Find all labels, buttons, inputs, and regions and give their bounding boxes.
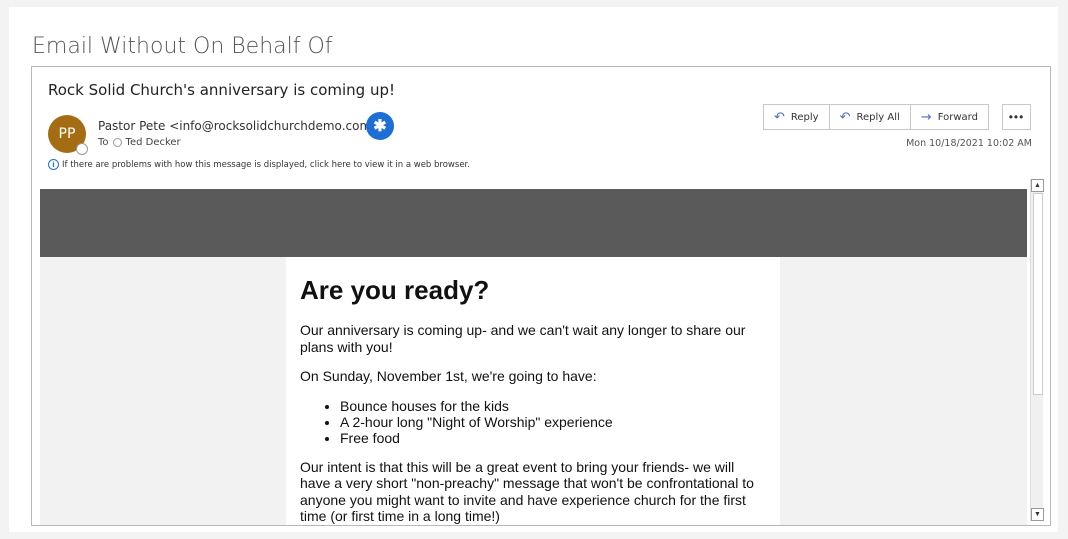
message-paragraph-1: Our anniversary is coming up- and we can… — [300, 322, 746, 355]
avatar-initials: PP — [58, 126, 76, 142]
info-bar[interactable]: i If there are problems with how this me… — [48, 159, 470, 170]
message-paragraph-3: Our intent is that this will be a great … — [300, 458, 754, 525]
reply-all-icon: ↶ — [839, 109, 851, 125]
forward-button[interactable]: → Forward — [909, 104, 989, 130]
reply-icon: ↶ — [774, 109, 785, 125]
email-subject: Rock Solid Church's anniversary is comin… — [48, 81, 395, 99]
avatar[interactable]: PP — [48, 115, 88, 155]
message-body: Are you ready? Our anniversary is coming… — [40, 189, 1027, 525]
message-heading: Are you ready? — [300, 275, 490, 305]
forward-label: Forward — [937, 111, 978, 123]
info-bar-text[interactable]: If there are problems with how this mess… — [62, 160, 470, 170]
email-viewer: Rock Solid Church's anniversary is comin… — [31, 66, 1051, 526]
list-item: Bounce houses for the kids — [340, 398, 766, 414]
recipient-status-icon — [112, 138, 122, 147]
presence-status-icon — [76, 143, 88, 155]
list-item: Free food — [340, 430, 766, 446]
email-banner — [40, 189, 1027, 257]
scrollbar[interactable]: ▲ ▼ — [1030, 179, 1044, 521]
scroll-thumb[interactable] — [1033, 193, 1043, 395]
sent-date: Mon 10/18/2021 10:02 AM — [906, 138, 1032, 149]
recipient-line: To Ted Decker — [98, 137, 181, 148]
reply-button[interactable]: ↶ Reply — [763, 104, 829, 130]
message-actions: ↶ Reply ↶ Reply All → Forward — [763, 104, 989, 130]
info-icon: i — [48, 159, 59, 170]
message-content: Are you ready? Our anniversary is coming… — [286, 257, 780, 525]
event-list: Bounce houses for the kids A 2-hour long… — [300, 398, 766, 446]
scroll-down-icon[interactable]: ▼ — [1031, 508, 1044, 521]
message-paragraph-2: On Sunday, November 1st, we're going to … — [300, 368, 597, 384]
more-actions-button[interactable]: ••• — [1002, 104, 1031, 130]
reply-label: Reply — [790, 111, 819, 123]
scroll-up-icon[interactable]: ▲ — [1031, 179, 1044, 192]
to-label: To — [98, 137, 109, 148]
sender-address[interactable]: Pastor Pete <info@rocksolidchurchdemo.co… — [98, 119, 381, 133]
page-title: Email Without On Behalf Of — [32, 34, 333, 59]
reply-all-label: Reply All — [856, 111, 900, 123]
more-icon: ••• — [1008, 110, 1025, 124]
forward-icon: → — [920, 109, 932, 125]
reply-all-button[interactable]: ↶ Reply All — [828, 104, 910, 130]
asterisk-icon[interactable]: ✱ — [366, 112, 394, 140]
recipient-name[interactable]: Ted Decker — [126, 137, 181, 148]
list-item: A 2-hour long "Night of Worship" experie… — [340, 414, 766, 430]
